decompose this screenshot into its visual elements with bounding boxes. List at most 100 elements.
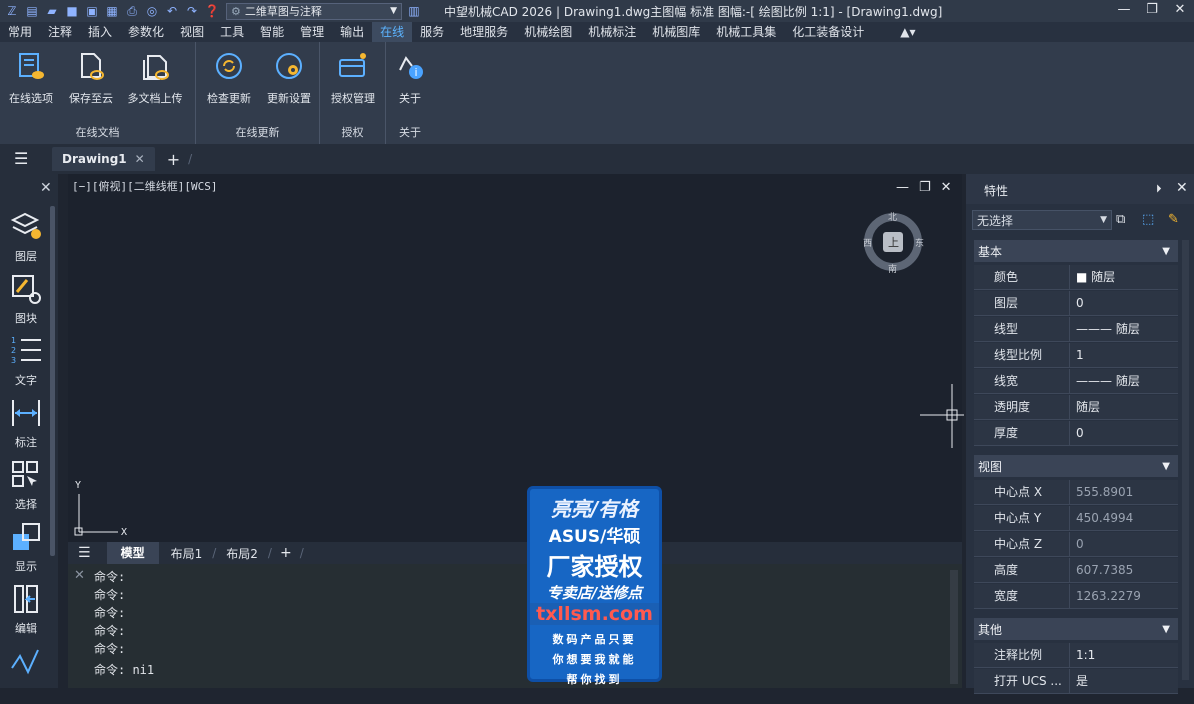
- undo-icon[interactable]: ↶: [164, 4, 180, 18]
- display-button[interactable]: 显示: [0, 520, 52, 580]
- quick-select-icon[interactable]: ✎: [1168, 212, 1179, 227]
- menu-item[interactable]: 机械标注: [580, 22, 644, 42]
- new-tab-button[interactable]: +: [167, 150, 180, 169]
- menu-item[interactable]: 机械绘图: [516, 22, 580, 42]
- property-value[interactable]: ——— 随层: [1070, 369, 1178, 394]
- check-update-button[interactable]: 检查更新: [200, 48, 258, 112]
- dimension-button[interactable]: 标注: [0, 396, 52, 456]
- restore-button[interactable]: ❐: [1138, 0, 1166, 22]
- selection-dropdown[interactable]: 无选择 ▼: [972, 210, 1112, 230]
- menu-item[interactable]: 服务: [412, 22, 452, 42]
- property-value[interactable]: 0: [1070, 291, 1178, 316]
- add-layout-button[interactable]: +: [280, 545, 292, 561]
- menu-item[interactable]: 机械工具集: [708, 22, 784, 42]
- property-value[interactable]: 607.7385: [1070, 558, 1178, 583]
- drawing-canvas[interactable]: [68, 174, 962, 542]
- viewport-label[interactable]: [−][俯视][二维线框][WCS]: [72, 178, 217, 194]
- viewport-restore-icon[interactable]: ❐: [919, 180, 931, 195]
- toggle-pickadd-icon[interactable]: ⧉: [1116, 212, 1125, 227]
- property-section-header[interactable]: 基本 ▼: [974, 240, 1178, 262]
- menu-item[interactable]: 视图: [172, 22, 212, 42]
- edit-button[interactable]: 编辑: [0, 582, 52, 642]
- property-row[interactable]: 注释比例 1:1: [974, 643, 1178, 668]
- property-section-header[interactable]: 视图 ▼: [974, 455, 1178, 477]
- menu-item[interactable]: 智能: [252, 22, 292, 42]
- select-button[interactable]: 选择: [0, 458, 52, 518]
- properties-close-icon[interactable]: ✕: [1176, 180, 1188, 196]
- zoom-icon[interactable]: ◎: [144, 4, 160, 18]
- menu-item[interactable]: 在线: [372, 22, 413, 42]
- property-row[interactable]: 厚度 0: [974, 421, 1178, 446]
- menu-item[interactable]: 插入: [80, 22, 120, 42]
- command-window[interactable]: ✕ 命令: 命令: 命令: 命令: 命令: 命令: ni1: [68, 564, 962, 688]
- menu-item[interactable]: 地理服务: [452, 22, 516, 42]
- menu-item[interactable]: 输出: [332, 22, 372, 42]
- menu-item[interactable]: 常用: [0, 22, 40, 42]
- property-value[interactable]: 0: [1070, 421, 1178, 446]
- tab-model[interactable]: 模型: [106, 542, 159, 564]
- property-value[interactable]: 1: [1070, 343, 1178, 368]
- property-row[interactable]: 中心点 X 555.8901: [974, 480, 1178, 505]
- help-icon[interactable]: ❓: [204, 4, 220, 18]
- close-tab-icon[interactable]: ✕: [135, 152, 145, 166]
- print-icon[interactable]: ⎙: [124, 4, 140, 18]
- property-row[interactable]: 中心点 Z 0: [974, 532, 1178, 557]
- open-folder-icon[interactable]: ▰: [44, 4, 60, 18]
- command-input[interactable]: 命令: ni1: [94, 661, 154, 678]
- layout-menu-icon[interactable]: ☰: [78, 545, 91, 561]
- select-objects-icon[interactable]: ⬚: [1142, 212, 1154, 227]
- property-value[interactable]: ——— 随层: [1070, 317, 1178, 342]
- property-row[interactable]: 线型比例 1: [974, 343, 1178, 368]
- print-preview-icon[interactable]: ▦: [104, 4, 120, 18]
- property-value[interactable]: 1263.2279: [1070, 584, 1178, 609]
- ribbon-toggle-icon[interactable]: ▲▾: [892, 22, 923, 42]
- property-value[interactable]: 555.8901: [1070, 480, 1178, 505]
- close-button[interactable]: ✕: [1166, 0, 1194, 22]
- viewport-close-icon[interactable]: ✕: [941, 180, 952, 195]
- new-file-icon[interactable]: ▤: [24, 4, 40, 18]
- property-row[interactable]: 线宽 ——— 随层: [974, 369, 1178, 394]
- properties-scrollbar[interactable]: [1182, 240, 1189, 680]
- hamburger-menu-icon[interactable]: ☰: [14, 149, 28, 168]
- workspace-select[interactable]: ⚙ 二维草图与注释 ▼: [226, 2, 402, 20]
- tab-layout1[interactable]: 布局1: [171, 545, 203, 562]
- menu-item[interactable]: 工具: [212, 22, 252, 42]
- command-close-icon[interactable]: ✕: [74, 568, 85, 583]
- menu-item[interactable]: 化工装备设计: [784, 22, 872, 42]
- save-icon[interactable]: ■: [64, 4, 80, 18]
- view-cube[interactable]: 北 南 东 西 上: [862, 211, 924, 275]
- multi-upload-button[interactable]: 多文档上传: [126, 48, 184, 112]
- property-row[interactable]: 宽度 1263.2279: [974, 584, 1178, 609]
- property-value[interactable]: 450.4994: [1070, 506, 1178, 531]
- view-cube-top[interactable]: 上: [888, 234, 899, 250]
- property-value[interactable]: 是: [1070, 669, 1178, 694]
- document-tab[interactable]: Drawing1 ✕: [52, 147, 155, 171]
- layer-button[interactable]: 图层: [0, 210, 52, 270]
- menu-item[interactable]: 管理: [292, 22, 332, 42]
- layout-icon[interactable]: ▥: [406, 4, 422, 18]
- property-value[interactable]: ■ 随层: [1070, 265, 1178, 290]
- property-row[interactable]: 颜色 ■ 随层: [974, 265, 1178, 290]
- online-options-button[interactable]: 在线选项: [2, 48, 60, 112]
- menu-item[interactable]: 参数化: [120, 22, 172, 42]
- redo-icon[interactable]: ↷: [184, 4, 200, 18]
- minimize-button[interactable]: —: [1110, 0, 1138, 22]
- property-row[interactable]: 线型 ——— 随层: [974, 317, 1178, 342]
- property-row[interactable]: 透明度 随层: [974, 395, 1178, 420]
- menu-item[interactable]: 注释: [40, 22, 80, 42]
- property-row[interactable]: 打开 UCS ... 是: [974, 669, 1178, 694]
- pin-icon[interactable]: ⏵: [1156, 182, 1162, 196]
- panel-close-icon[interactable]: ✕: [40, 180, 52, 196]
- curve-button[interactable]: [0, 644, 52, 704]
- property-row[interactable]: 中心点 Y 450.4994: [974, 506, 1178, 531]
- save-to-cloud-button[interactable]: 保存至云: [62, 48, 120, 112]
- property-row[interactable]: 高度 607.7385: [974, 558, 1178, 583]
- text-button[interactable]: 123 文字: [0, 334, 52, 394]
- command-scrollbar[interactable]: [950, 570, 958, 684]
- menu-item[interactable]: 机械图库: [644, 22, 708, 42]
- property-value[interactable]: 0: [1070, 532, 1178, 557]
- license-manage-button[interactable]: 授权管理: [324, 48, 382, 112]
- tab-layout2[interactable]: 布局2: [226, 545, 258, 562]
- about-button[interactable]: i 关于: [381, 48, 439, 112]
- save-as-icon[interactable]: ▣: [84, 4, 100, 18]
